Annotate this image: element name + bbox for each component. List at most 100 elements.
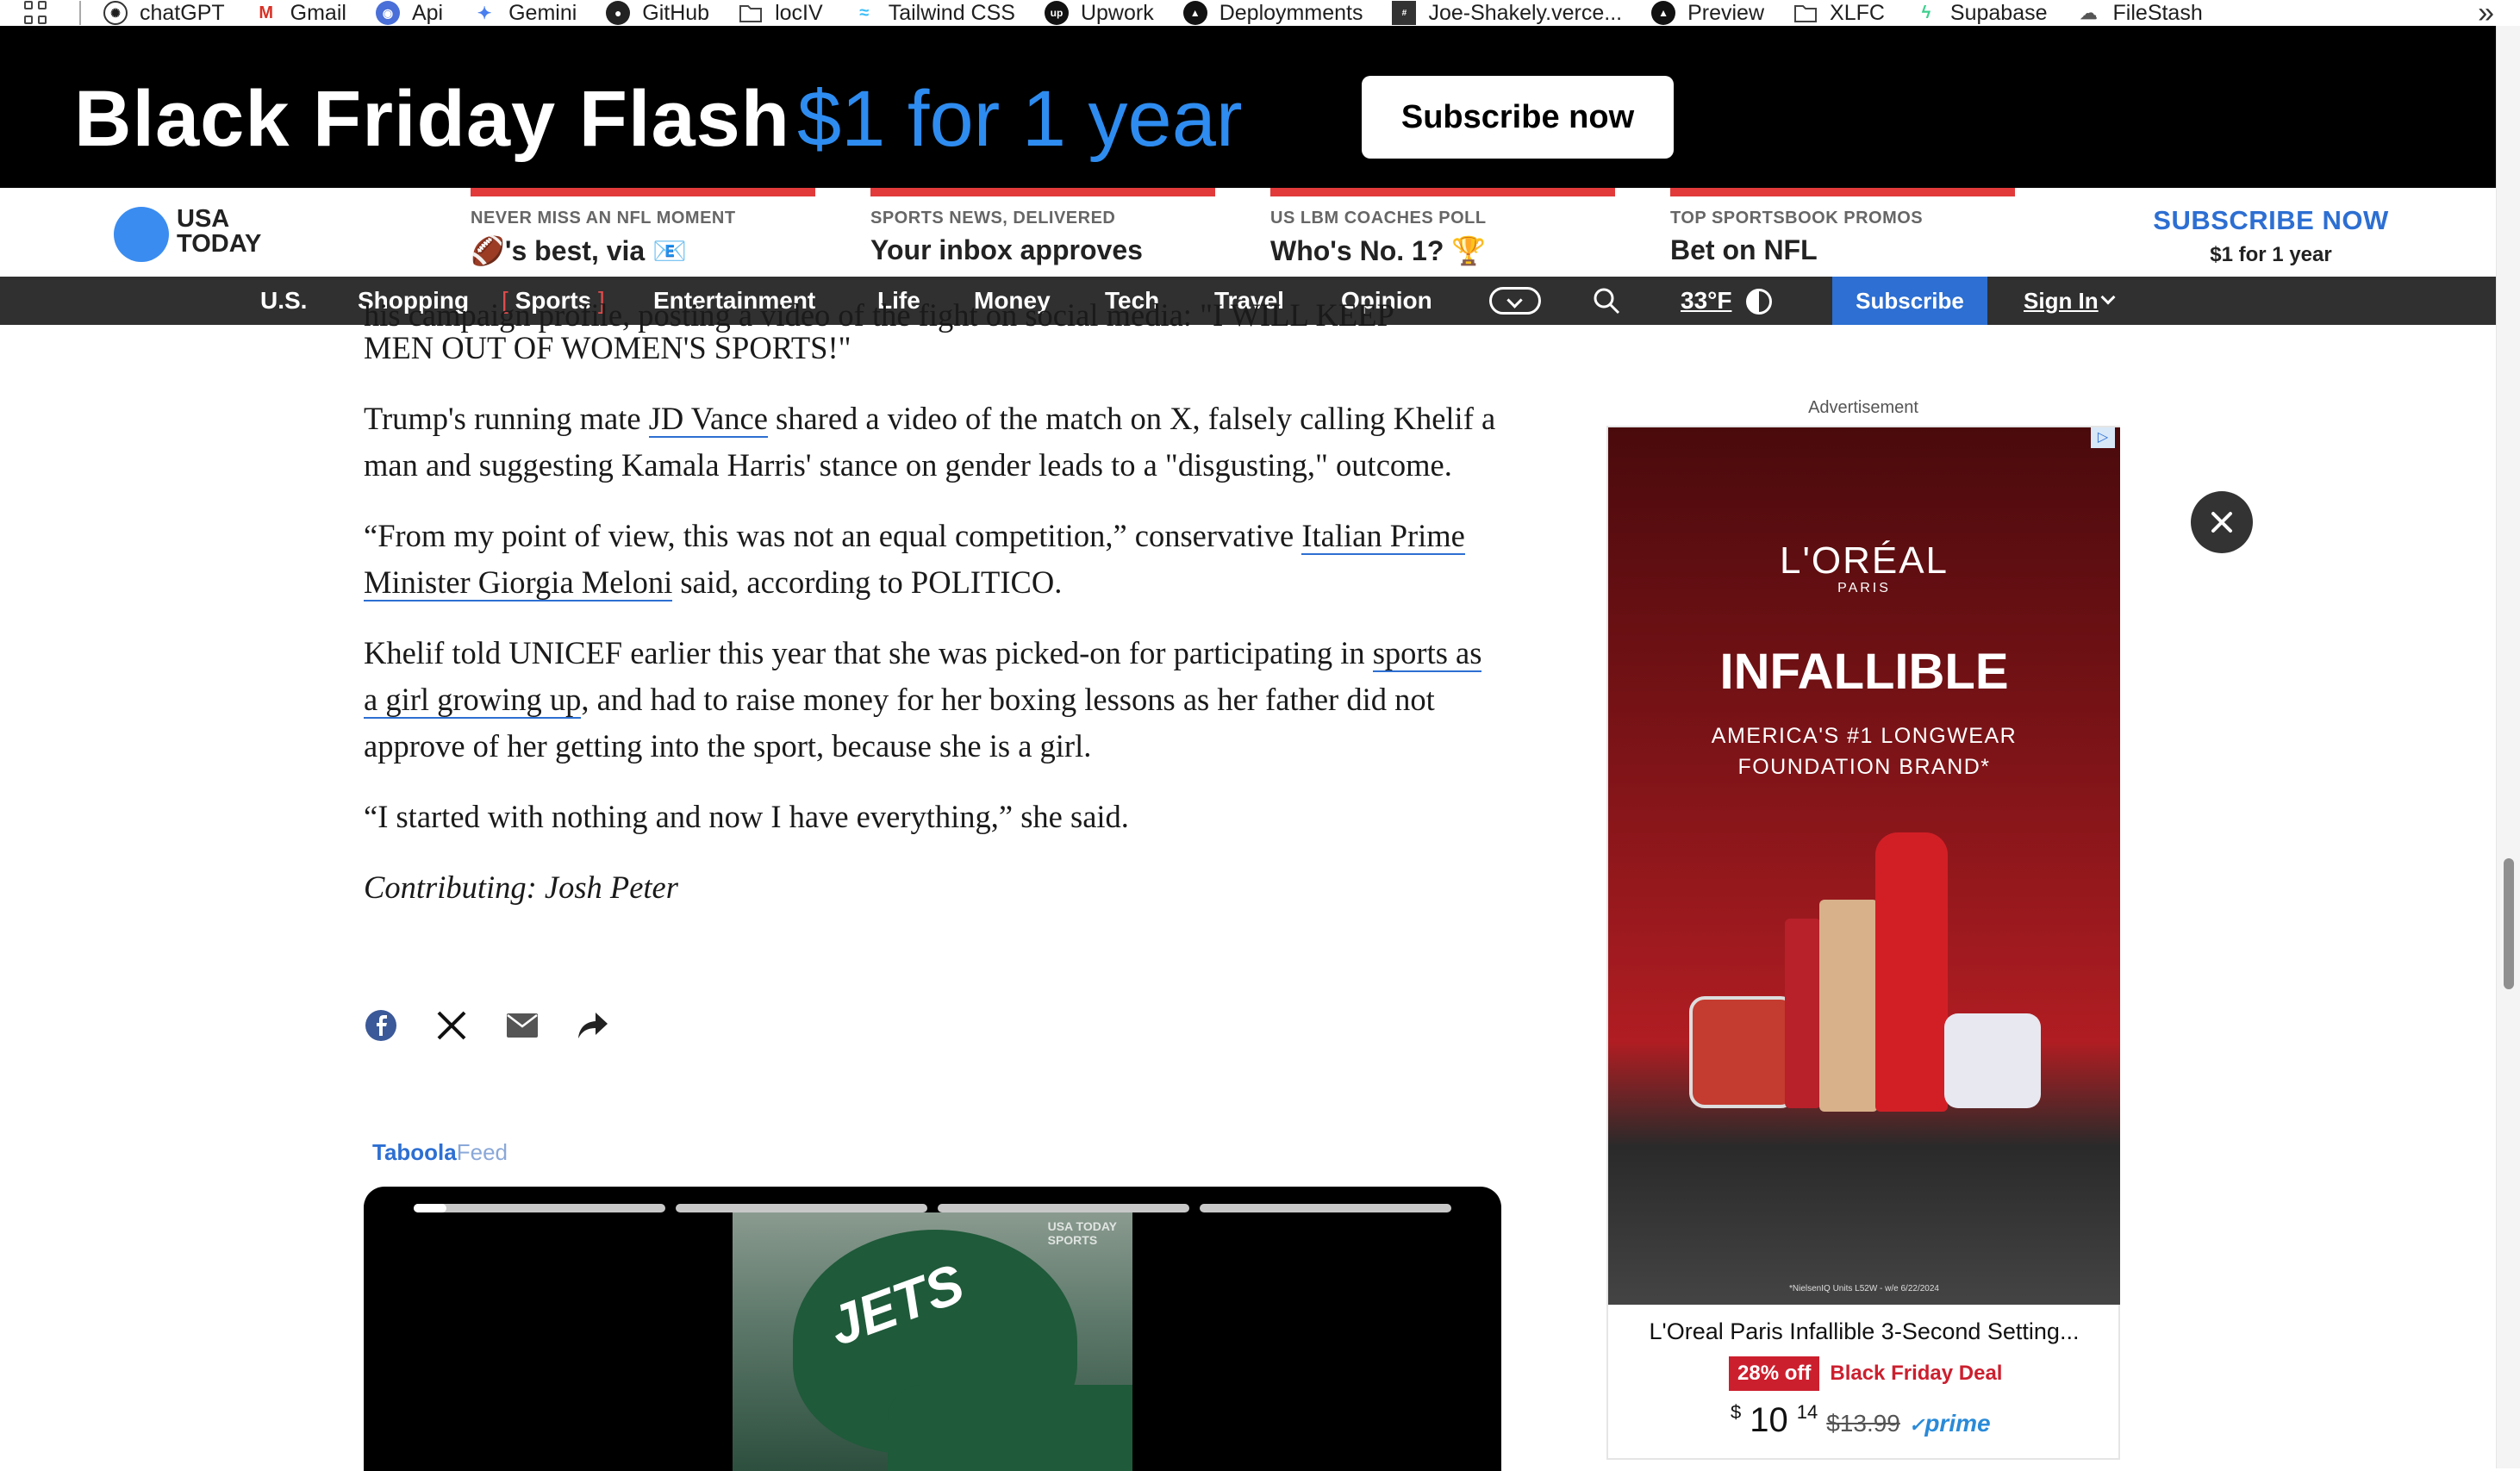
promo-slot-sportsbook[interactable]: TOP SPORTSBOOK PROMOS Bet on NFL — [1670, 188, 2015, 277]
ad-image[interactable]: ▷ L'ORÉAL PARIS INFALLIBLE AMERICA'S #1 … — [1608, 427, 2120, 1305]
gmail-icon: M — [259, 3, 273, 22]
usa-today-logo-icon[interactable] — [114, 207, 169, 262]
subscribe-now-link[interactable]: SUBSCRIBE NOW $1 for 1 year — [2120, 205, 2422, 267]
ad-tagline: AMERICA'S #1 LONGWEAR FOUNDATION BRAND* — [1711, 724, 2018, 779]
page-scrollbar[interactable] — [2496, 26, 2520, 1468]
article-paragraph: Trump's running mate JD Vance shared a v… — [364, 401, 1496, 483]
bookmark-gemini[interactable]: ✦ Gemini — [472, 1, 577, 26]
promo-slot-newsletter[interactable]: SPORTS NEWS, DELIVERED Your inbox approv… — [870, 188, 1215, 277]
bookmarks-divider — [79, 1, 81, 25]
upwork-icon: up — [1044, 1, 1069, 25]
product-foundation-image — [1819, 900, 1878, 1112]
vercel-icon: ▲ — [1651, 1, 1676, 25]
clipped-article-line: his campaign profile, posting a video of… — [364, 297, 1394, 333]
promo-banner: Black Friday Flash $1 for 1 year Subscri… — [0, 26, 2496, 188]
video-thumbnail[interactable]: JETS USA TODAY SPORTS — [733, 1212, 1132, 1471]
prime-logo: ✓prime — [1908, 1410, 1991, 1437]
ad-brand-sub: PARIS — [1837, 581, 1891, 595]
promo-slot-coaches-poll[interactable]: US LBM COACHES POLL Who's No. 1? 🏆 — [1270, 188, 1615, 277]
ad-product-title[interactable]: L'Oreal Paris Infallible 3-Second Settin… — [1608, 1318, 2120, 1345]
moon-icon[interactable] — [1746, 289, 1772, 315]
ad-deal: 28% off Black Friday Deal — [1729, 1356, 2002, 1391]
sign-in-link[interactable]: Sign In — [2024, 277, 2099, 325]
story-progress-bars — [414, 1204, 1451, 1212]
bookmark-filestash[interactable]: ☁ FileStash — [2077, 1, 2203, 26]
contributing-credit: Contributing: Josh Peter — [364, 870, 678, 905]
bookmark-api[interactable]: ◉ Api — [375, 1, 443, 26]
masthead: USA TODAY NEVER MISS AN NFL MOMENT 🏈's b… — [0, 188, 2496, 277]
discount-badge: 28% off — [1729, 1356, 1820, 1391]
story-progress-fill — [414, 1204, 446, 1212]
bookmark-chatgpt[interactable]: ✺ chatGPT — [103, 1, 225, 26]
bookmark-xlfc[interactable]: XLFC — [1793, 1, 1885, 26]
advertisement-label: Advertisement — [1808, 398, 1918, 417]
article-body: his campaign profile, posting a video of… — [364, 297, 1501, 935]
original-price: $13.99 — [1826, 1410, 1900, 1437]
product-mascara-image — [1785, 919, 1821, 1108]
story-progress-bar — [414, 1204, 665, 1212]
product-compact-image — [1689, 996, 1796, 1108]
close-icon — [2211, 512, 2232, 533]
close-ad-button[interactable] — [2191, 491, 2253, 553]
weather-temperature[interactable]: 33°F — [1681, 277, 1731, 325]
bookmark-tailwind[interactable]: ≈ Tailwind CSS — [852, 1, 1015, 26]
bookmark-lociv[interactable]: locIV — [739, 1, 823, 26]
video-player[interactable]: JETS USA TODAY SPORTS — [364, 1187, 1501, 1471]
supabase-icon: ϟ — [1921, 3, 1931, 22]
ad-fine-print: *NielsenIQ Units L52W - w/e 6/22/2024 — [1789, 1284, 1939, 1293]
ad-brand: L'ORÉAL — [1779, 539, 1949, 582]
search-icon[interactable] — [1593, 287, 1620, 315]
bookmark-gmail[interactable]: M Gmail — [254, 1, 346, 26]
more-bookmarks-icon[interactable]: » — [2478, 0, 2494, 28]
apps-grid-icon[interactable] — [24, 1, 52, 25]
article-paragraph: Khelif told UNICEF earlier this year tha… — [364, 635, 1482, 764]
deal-label: Black Friday Deal — [1830, 1362, 2003, 1385]
bookmarks-bar: ✺ chatGPT M Gmail ◉ Api ✦ Gemini ● GitHub loc… — [0, 0, 2520, 28]
cloud-icon: ☁ — [2080, 3, 2098, 23]
jersey-image — [888, 1385, 1132, 1471]
folder-icon — [1793, 1, 1818, 25]
x-icon[interactable] — [434, 1008, 469, 1043]
bookmark-preview[interactable]: ▲ Preview — [1651, 1, 1764, 26]
more-menu-chevron-icon[interactable] — [1489, 287, 1541, 315]
chatgpt-icon: ✺ — [103, 1, 128, 25]
promo-title: Black Friday Flash — [74, 75, 790, 163]
share-icon[interactable] — [576, 1008, 610, 1043]
product-highlighter-image — [1944, 1013, 2041, 1108]
site-icon: # — [1392, 1, 1417, 25]
article-paragraph: “From my point of view, this was not an … — [364, 518, 1465, 601]
email-icon[interactable] — [505, 1008, 540, 1043]
usa-today-logo-text[interactable]: USA TODAY — [177, 207, 261, 257]
api-icon: ◉ — [375, 1, 400, 25]
usa-today-sports-watermark: USA TODAY SPORTS — [1047, 1219, 1117, 1247]
facebook-icon[interactable] — [364, 1008, 398, 1043]
share-bar — [364, 1008, 610, 1043]
github-icon: ● — [606, 1, 631, 25]
sidebar-ad[interactable]: ▷ L'ORÉAL PARIS INFALLIBLE AMERICA'S #1 … — [1606, 426, 2120, 1460]
ad-product-name: INFALLIBLE — [1719, 644, 2009, 700]
bookmark-github[interactable]: ● GitHub — [606, 1, 709, 26]
adchoices-icon[interactable]: ▷ — [2091, 427, 2115, 448]
bookmark-joe-shakely[interactable]: # Joe-Shakely.verce... — [1392, 1, 1622, 26]
promo-slot-nfl[interactable]: NEVER MISS AN NFL MOMENT 🏈's best, via 📧 — [471, 188, 815, 277]
nav-subscribe-button[interactable]: Subscribe — [1832, 277, 1987, 325]
promo-price: $1 for 1 year — [797, 75, 1243, 163]
jd-vance-link[interactable]: JD Vance — [648, 401, 768, 438]
subscribe-now-button[interactable]: Subscribe now — [1362, 76, 1674, 159]
folder-icon — [739, 1, 763, 25]
nav-item-us[interactable]: U.S. — [260, 277, 307, 325]
vercel-icon: ▲ — [1182, 1, 1207, 25]
bookmark-deployments[interactable]: ▲ Deploymments — [1182, 1, 1363, 26]
ad-price: $ 10 14 $13.99 ✓prime — [1731, 1401, 1991, 1439]
bookmark-upwork[interactable]: up Upwork — [1044, 1, 1154, 26]
story-progress-bar — [938, 1204, 1189, 1212]
chevron-down-icon[interactable] — [2100, 290, 2116, 305]
bookmark-supabase[interactable]: ϟ Supabase — [1914, 1, 2048, 26]
taboola-feed-label[interactable]: TaboolaFeed — [372, 1139, 508, 1166]
gemini-icon: ✦ — [477, 3, 492, 23]
scrollbar-thumb[interactable] — [2504, 858, 2514, 989]
tailwind-icon: ≈ — [859, 3, 870, 22]
story-progress-bar — [1200, 1204, 1451, 1212]
product-spray-image — [1875, 832, 1948, 1112]
article-paragraph: “I started with nothing and now I have e… — [364, 799, 1129, 834]
